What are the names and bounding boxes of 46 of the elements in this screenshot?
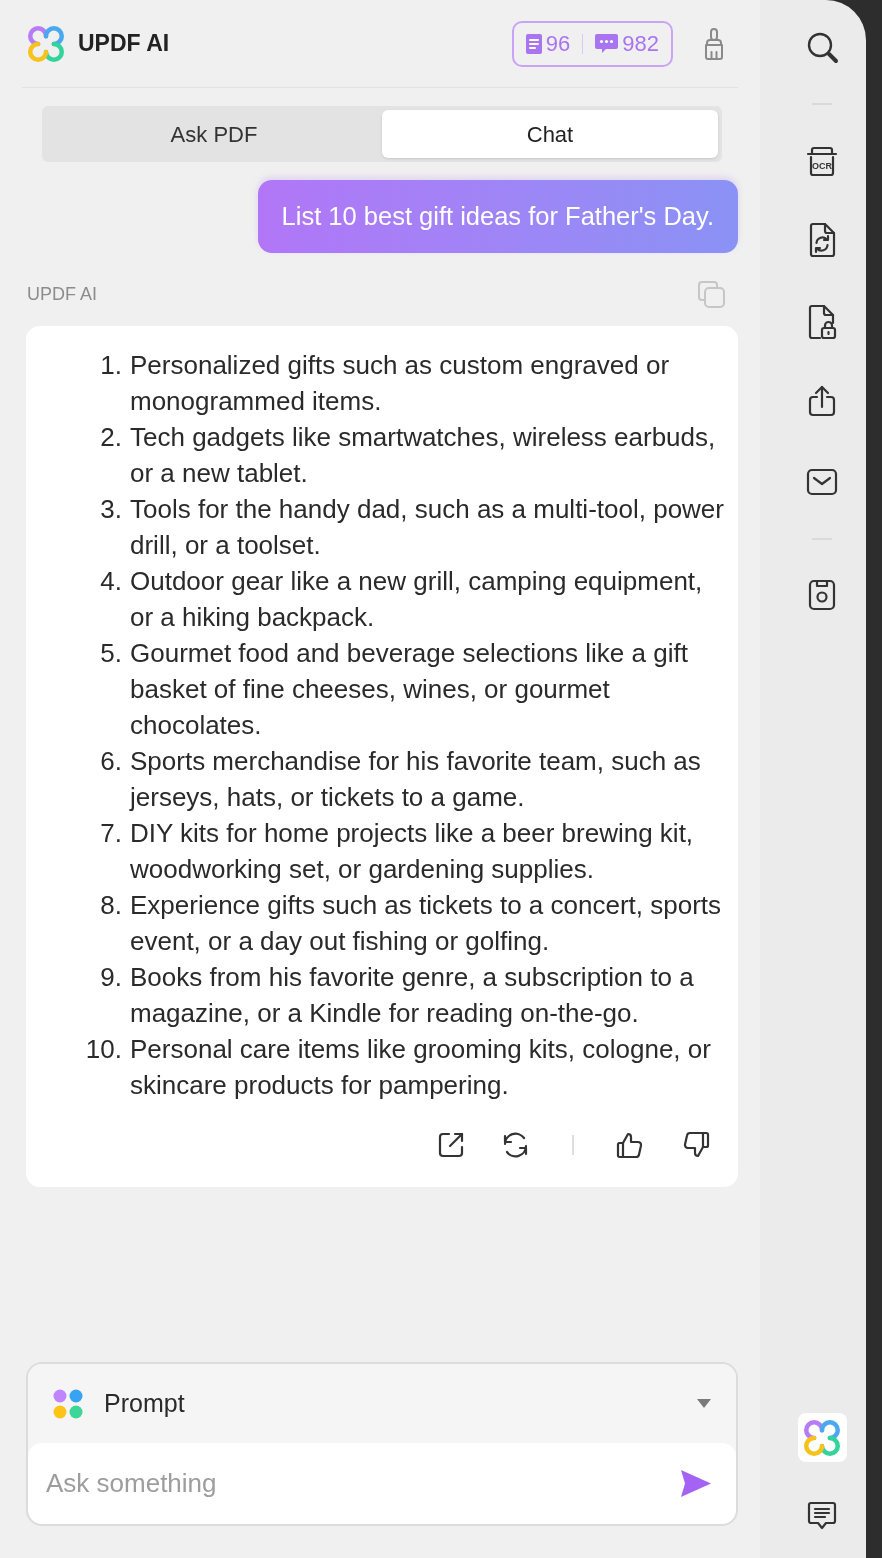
list-number: 10.	[84, 1033, 122, 1066]
list-number: 5.	[99, 637, 122, 670]
clover-logo-icon	[28, 25, 64, 62]
list-item-text: Outdoor gear like a new grill, camping equipment, or a hiking backpack.	[130, 565, 704, 634]
search-icon[interactable]	[805, 31, 839, 64]
app-title: UPDF AI	[78, 29, 170, 59]
dropdown-caret-icon	[697, 1399, 711, 1408]
upload-icon[interactable]	[806, 384, 838, 418]
list-number: 1.	[99, 349, 122, 382]
list-item-text: DIY kits for home projects like a beer brewing kit, woodworking set, or gardening supplies.	[130, 817, 695, 886]
external-link-icon[interactable]	[436, 1130, 466, 1160]
file-lock-icon[interactable]	[807, 304, 837, 340]
list-number: 4.	[99, 565, 122, 598]
list-item-text: Personal care items like grooming kits, cologne, or skincare products for pampering.	[130, 1033, 712, 1102]
ocr-button[interactable]: OCR	[805, 144, 839, 178]
list-number: 9.	[99, 961, 122, 994]
mail-icon[interactable]	[806, 468, 838, 496]
list-item-text: Sports merchandise for his favorite team, such as jerseys, hats, or tickets to a game.	[130, 745, 702, 814]
list-item-text: Experience gifts such as tickets to a concert, sports event, or a day out fishing or golfing.	[130, 889, 723, 958]
scanner-frame-icon	[805, 144, 839, 178]
credit-count: 96	[545, 32, 571, 55]
mode-tab[interactable]: Chat	[382, 110, 718, 158]
comment-icon[interactable]	[807, 1500, 837, 1532]
ask-input[interactable]: Ask something	[28, 1443, 736, 1524]
credit-count: 982	[622, 32, 659, 55]
chat-bubble-icon	[595, 34, 619, 53]
list-number: 7.	[99, 817, 122, 850]
list-item-text: Books from his favorite genre, a subscription to a magazine, or a Kindle for reading on-the-go.	[130, 961, 695, 1030]
sender-label: UPDF AI	[27, 282, 97, 306]
list-item-text: Personalized gifts such as custom engraved or monogrammed items.	[130, 349, 671, 418]
clover-logo-icon[interactable]	[797, 1413, 847, 1462]
document-icon	[525, 33, 542, 54]
list-item-text: Tools for the handy dad, such as a multi-tool, power drill, or a toolset.	[130, 493, 725, 562]
mode-tab[interactable]: Ask PDF	[46, 110, 382, 158]
brush-icon[interactable]	[702, 26, 726, 61]
list-number: 8.	[99, 889, 122, 922]
four-dots-icon	[53, 1388, 83, 1419]
file-convert-icon[interactable]	[808, 222, 836, 258]
list-number: 3.	[99, 493, 122, 526]
list-number: 6.	[99, 745, 122, 778]
list-number: 2.	[99, 421, 122, 454]
user-message-bubble: List 10 best gift ideas for Father's Day.	[257, 180, 738, 253]
list-item-text: Tech gadgets like smartwatches, wireless earbuds, or a new tablet.	[130, 421, 717, 490]
list-item-text: Gourmet food and beverage selections like a gift basket of fine cheeses, wines, or gourmet chocolates.	[130, 637, 689, 742]
refresh-icon[interactable]	[501, 1130, 530, 1160]
send-icon[interactable]	[681, 1470, 711, 1497]
